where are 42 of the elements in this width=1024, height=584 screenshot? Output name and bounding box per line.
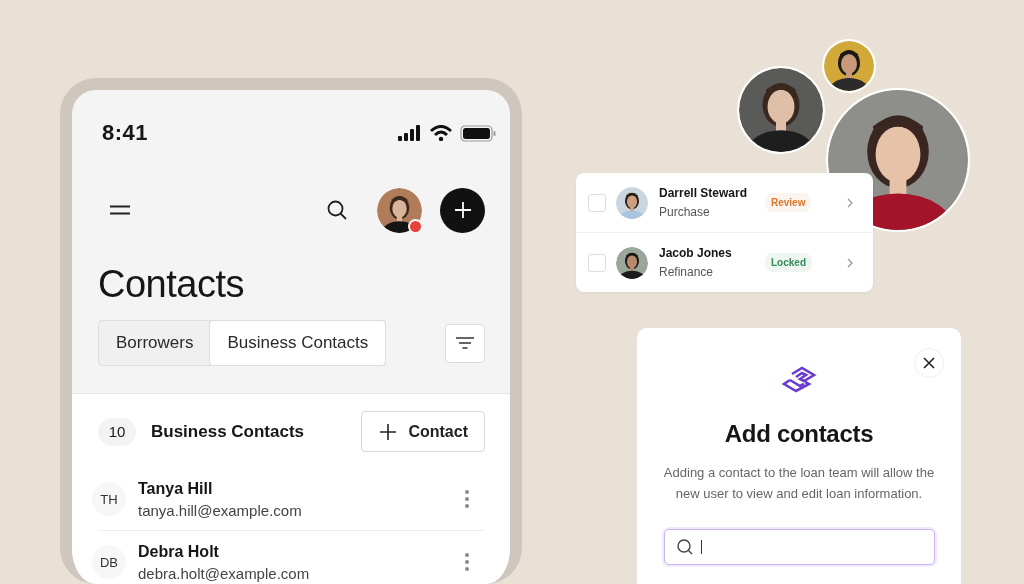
filter-button[interactable]: [445, 323, 485, 363]
page-title: Contacts: [98, 262, 245, 307]
search-field[interactable]: [663, 529, 935, 565]
filter-icon: [456, 337, 474, 349]
status-time: 8:41: [102, 120, 149, 146]
search-icon: [327, 200, 347, 220]
contact-email: tanya.hill@example.com: [138, 501, 303, 519]
plus-icon: [380, 423, 397, 440]
search-icon: [676, 539, 693, 555]
contact-name: Debra Holt: [138, 542, 220, 561]
tab[interactable]: Business Contacts: [210, 321, 386, 365]
more-icon: [465, 490, 469, 508]
dialog-description: Adding a contact to the loan team will allow the new user to view and edit loan information.: [662, 464, 936, 503]
dialog-title: Add contacts: [724, 420, 874, 448]
tab[interactable]: Borrowers: [99, 321, 211, 365]
contact-email: debra.holt@example.com: [138, 564, 311, 582]
contact-name: Darrell Steward: [659, 186, 749, 200]
section-title: Business Contacts: [151, 421, 305, 442]
contact-name: Jacob Jones: [659, 246, 733, 260]
add-contact-button[interactable]: Contact: [361, 411, 485, 452]
checkbox[interactable]: [588, 253, 606, 272]
contact-name: Tanya Hill: [138, 479, 214, 498]
contact-initials: DB: [92, 545, 126, 579]
signal-icon: [398, 125, 422, 141]
plus-icon: [454, 202, 471, 218]
menu-icon[interactable]: [110, 205, 130, 215]
count-badge: 10: [98, 417, 136, 446]
battery-icon: [460, 124, 497, 142]
loan-type: Refinance: [659, 265, 715, 279]
contact-initials: TH: [92, 482, 126, 516]
close-icon: [923, 357, 935, 369]
add-button[interactable]: [440, 187, 485, 233]
checkbox[interactable]: [588, 193, 606, 212]
wifi-icon: [430, 125, 452, 141]
more-icon: [465, 553, 469, 571]
close-button[interactable]: [914, 348, 944, 378]
status-badge: Review: [765, 193, 812, 212]
search-button[interactable]: [327, 200, 347, 220]
loan-type: Purchase: [659, 205, 711, 219]
chevron-right-icon[interactable]: [847, 197, 853, 208]
chevron-right-icon[interactable]: [847, 257, 853, 268]
status-badge: Locked: [765, 253, 812, 272]
